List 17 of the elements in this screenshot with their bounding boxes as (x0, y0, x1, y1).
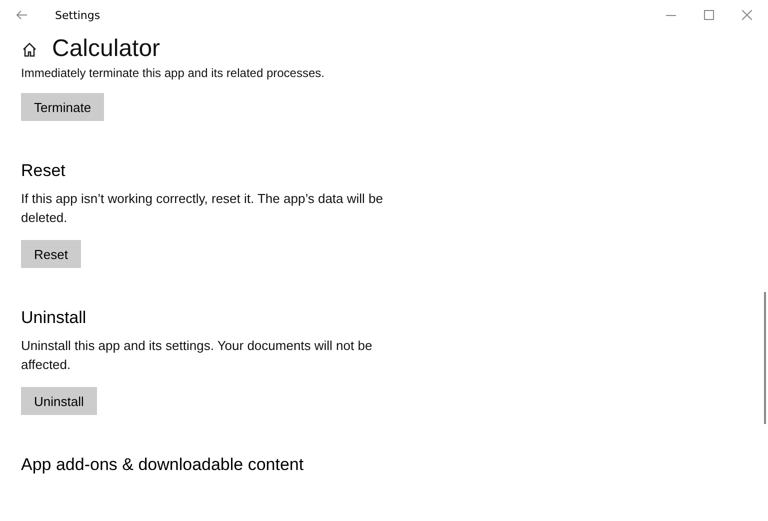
minimize-icon[interactable] (666, 14, 676, 16)
action-button[interactable]: Reset (21, 240, 81, 268)
section-heading: App add-ons & downloadable content (21, 455, 305, 475)
action-button[interactable]: Uninstall (21, 387, 97, 415)
home-icon[interactable] (22, 42, 37, 56)
section-description: Uninstall this app and its settings. Your documents will not be affected. (21, 337, 374, 374)
action-button[interactable]: Terminate (21, 93, 104, 121)
maximize-icon[interactable] (704, 10, 714, 20)
section-heading: Reset (21, 161, 66, 181)
close-icon[interactable] (742, 10, 752, 20)
scrollbar[interactable] (764, 292, 766, 424)
window-title: Settings (55, 8, 100, 22)
page-title: Calculator (52, 35, 160, 63)
section-description: Immediately terminate this app and its related processes. (21, 66, 326, 80)
section-description: If this app isn’t working correctly, reset it. The app’s data will be deleted. (21, 190, 384, 227)
section-heading: Uninstall (21, 308, 88, 328)
back-icon[interactable] (16, 10, 28, 20)
